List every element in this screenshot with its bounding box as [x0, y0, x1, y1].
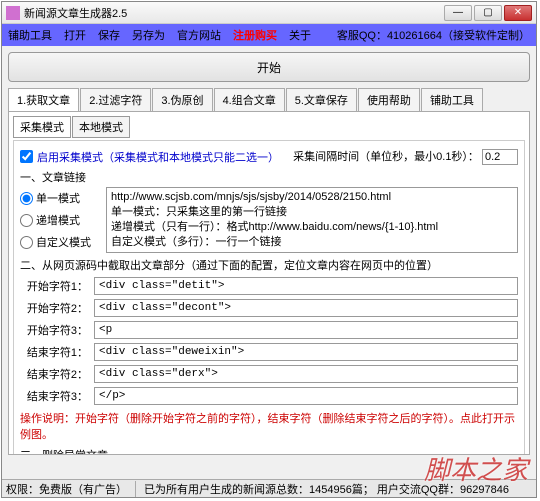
status-right: 已为所有用户生成的新闻源总数：1454956篇； 用户交流QQ群：9629784…: [144, 481, 509, 497]
minimize-button[interactable]: —: [444, 5, 472, 21]
menu-qq: 客服QQ：410261664（接受软件定制）: [337, 27, 530, 43]
enable-collect-label: 启用采集模式（采集模式和本地模式只能二选一）: [37, 149, 279, 165]
maximize-button[interactable]: ▢: [474, 5, 502, 21]
close-button[interactable]: ✕: [504, 5, 532, 21]
mode-incr[interactable]: 递增模式: [20, 212, 98, 228]
status-left: 权限：免费版（有广告）: [6, 481, 136, 497]
mode-single[interactable]: 单一模式: [20, 190, 98, 206]
interval-input[interactable]: [482, 149, 518, 165]
enable-collect-checkbox[interactable]: [20, 150, 33, 163]
subtab-local[interactable]: 本地模式: [72, 116, 130, 138]
section-1-title: 一、文章链接: [20, 169, 518, 185]
menu-saveas[interactable]: 另存为: [132, 27, 165, 43]
menu-save[interactable]: 保存: [98, 27, 120, 43]
end3-input[interactable]: [94, 387, 518, 405]
interval-label: 采集间隔时间（单位秒，最小0.1秒）：: [293, 151, 479, 163]
menu-open[interactable]: 打开: [64, 27, 86, 43]
start2-input[interactable]: [94, 299, 518, 317]
section-2-title: 二、从网页源码中截取出文章部分（通过下面的配置，定位文章内容在网页中的位置）: [20, 257, 518, 273]
menu-about[interactable]: 关于: [289, 27, 311, 43]
menu-register[interactable]: 注册购买: [233, 27, 277, 43]
start1-input[interactable]: [94, 277, 518, 295]
start3-input[interactable]: [94, 321, 518, 339]
subtab-collect[interactable]: 采集模式: [13, 116, 71, 138]
tab-help[interactable]: 使用帮助: [358, 88, 420, 111]
tab-save[interactable]: 5.文章保存: [286, 88, 357, 111]
tab-combine[interactable]: 4.组合文章: [214, 88, 285, 111]
end2-input[interactable]: [94, 365, 518, 383]
menu-website[interactable]: 官方网站: [177, 27, 221, 43]
tab-aux[interactable]: 铺助工具: [421, 88, 483, 111]
menu-tools[interactable]: 铺助工具: [8, 27, 52, 43]
start-button[interactable]: 开始: [8, 52, 530, 82]
tab-pseudo[interactable]: 3.伪原创: [152, 88, 212, 111]
section-3-title: 三、删除异常文章: [20, 447, 518, 455]
tab-filter[interactable]: 2.过滤字符: [80, 88, 151, 111]
mode-description[interactable]: http://www.scjsb.com/mnjs/sjs/sjsby/2014…: [106, 187, 518, 253]
window-title: 新闻源文章生成器2.5: [24, 5, 444, 21]
app-icon: [6, 6, 20, 20]
mode-custom[interactable]: 自定义模式: [20, 234, 98, 250]
tab-fetch[interactable]: 1.获取文章: [8, 88, 79, 111]
end1-input[interactable]: [94, 343, 518, 361]
operation-note[interactable]: 操作说明：开始字符（删除开始字符之前的字符），结束字符（删除结束字符之后的字符）…: [20, 410, 518, 442]
